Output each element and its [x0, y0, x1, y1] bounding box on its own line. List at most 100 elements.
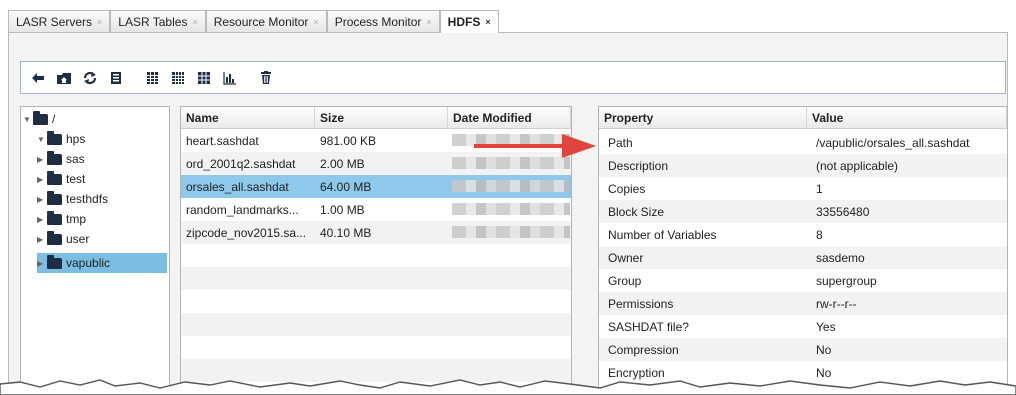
chart-icon[interactable]: [217, 65, 243, 91]
file-size: 64.00 MB: [320, 179, 372, 194]
tree-item-label: tmp: [66, 212, 87, 226]
property-value: Yes: [816, 319, 836, 334]
file-size: 40.10 MB: [320, 225, 372, 240]
column-view-icon[interactable]: [139, 65, 165, 91]
folder-tree: ▼ / ▼ hps ▶ sas ▶ test ▶ testhdfs ▶ tmp …: [20, 106, 170, 391]
folder-icon: [47, 210, 62, 225]
redacted-date: [452, 226, 570, 238]
callout-arrow: [474, 134, 596, 158]
tree-item-label: hps: [66, 132, 86, 146]
tree-item-testhdfs[interactable]: ▶ testhdfs: [37, 189, 108, 209]
property-value: 33556480: [816, 204, 870, 219]
table-row-selected[interactable]: orsales_all.sashdat 64.00 MB: [181, 175, 571, 198]
property-value: 1: [816, 181, 823, 196]
property-row[interactable]: Block Size 33556480: [599, 200, 1007, 223]
file-name: orsales_all.sashdat: [186, 179, 289, 194]
empty-row: [181, 313, 571, 336]
folder-icon: [47, 230, 62, 245]
tab-lasr-tables[interactable]: LASR Tables ×: [110, 10, 206, 32]
file-name: zipcode_nov2015.sa...: [186, 225, 307, 240]
tab-label: LASR Tables: [118, 14, 188, 29]
property-value: sasdemo: [816, 250, 865, 265]
folder-icon: [33, 110, 48, 125]
column-header-name[interactable]: Name: [181, 107, 315, 129]
property-row[interactable]: Number of Variables 8: [599, 223, 1007, 246]
property-row[interactable]: Copies 1: [599, 177, 1007, 200]
back-arrow-icon[interactable]: [25, 65, 51, 91]
empty-row: [181, 290, 571, 313]
properties-table: Property Value Path /vapublic/orsales_al…: [598, 106, 1008, 391]
close-icon[interactable]: ×: [192, 17, 197, 27]
close-icon[interactable]: ×: [426, 17, 431, 27]
tab-label: Resource Monitor: [213, 14, 309, 29]
collapsed-icon[interactable]: ▶: [37, 155, 47, 164]
close-icon[interactable]: ×: [97, 17, 102, 27]
close-icon[interactable]: ×: [485, 17, 490, 27]
folder-icon: [47, 150, 62, 165]
property-name: Number of Variables: [608, 227, 717, 242]
property-name: SASHDAT file?: [608, 319, 689, 334]
property-value: (not applicable): [816, 158, 899, 173]
torn-edge: [0, 379, 1016, 395]
home-folder-icon[interactable]: [51, 65, 77, 91]
property-row[interactable]: Path /vapublic/orsales_all.sashdat: [599, 131, 1007, 154]
folder-icon: [47, 170, 62, 185]
table-view-icon[interactable]: [191, 65, 217, 91]
file-size: 2.00 MB: [320, 156, 365, 171]
property-row[interactable]: Description (not applicable): [599, 154, 1007, 177]
close-icon[interactable]: ×: [313, 17, 318, 27]
tab-hdfs[interactable]: HDFS ×: [439, 10, 499, 33]
tab-process-monitor[interactable]: Process Monitor ×: [326, 10, 440, 32]
empty-row: [181, 336, 571, 359]
column-header-date-modified[interactable]: Date Modified: [448, 107, 571, 129]
tab-lasr-servers[interactable]: LASR Servers ×: [8, 10, 111, 32]
tree-item-root[interactable]: ▼ /: [23, 109, 55, 129]
empty-row: [181, 267, 571, 290]
property-name: Compression: [608, 342, 679, 357]
tree-item-vapublic[interactable]: ▶ vapublic: [37, 253, 167, 273]
tree-item-test[interactable]: ▶ test: [37, 169, 85, 189]
property-row[interactable]: Owner sasdemo: [599, 246, 1007, 269]
property-row[interactable]: SASHDAT file? Yes: [599, 315, 1007, 338]
tree-item-tmp[interactable]: ▶ tmp: [37, 209, 86, 229]
property-value: 8: [816, 227, 823, 242]
folder-icon: [47, 190, 62, 205]
property-value: /vapublic/orsales_all.sashdat: [816, 135, 970, 150]
table-row[interactable]: random_landmarks... 1.00 MB: [181, 198, 571, 221]
tree-item-user[interactable]: ▶ user: [37, 229, 89, 249]
properties-icon[interactable]: [103, 65, 129, 91]
tree-item-label: user: [66, 232, 90, 246]
grid-view-icon[interactable]: [165, 65, 191, 91]
tab-resource-monitor[interactable]: Resource Monitor ×: [205, 10, 327, 32]
column-header-value[interactable]: Value: [807, 107, 1007, 129]
redacted-date: [452, 180, 570, 192]
property-row[interactable]: Permissions rw-r--r--: [599, 292, 1007, 315]
toolbar: [20, 61, 1006, 94]
column-header-size[interactable]: Size: [315, 107, 448, 129]
property-name: Copies: [608, 181, 646, 196]
collapsed-icon[interactable]: ▶: [37, 235, 47, 244]
property-name: Permissions: [608, 296, 674, 311]
collapsed-icon[interactable]: ▶: [37, 175, 47, 184]
column-header-property[interactable]: Property: [599, 107, 807, 129]
refresh-icon[interactable]: [77, 65, 103, 91]
tree-item-sas[interactable]: ▶ sas: [37, 149, 85, 169]
property-row[interactable]: Group supergroup: [599, 269, 1007, 292]
property-row[interactable]: Compression No: [599, 338, 1007, 361]
empty-row: [181, 244, 571, 267]
expanded-icon[interactable]: ▼: [37, 135, 47, 144]
redacted-date: [452, 203, 570, 215]
delete-icon[interactable]: [253, 65, 279, 91]
tree-item-hps[interactable]: ▼ hps: [37, 129, 85, 149]
tab-label: Process Monitor: [334, 14, 422, 29]
folder-icon: [47, 254, 62, 269]
file-size: 981.00 KB: [320, 133, 377, 148]
table-row[interactable]: zipcode_nov2015.sa... 40.10 MB: [181, 221, 571, 244]
expanded-icon[interactable]: ▼: [23, 115, 33, 124]
collapsed-icon[interactable]: ▶: [37, 259, 47, 268]
collapsed-icon[interactable]: ▶: [37, 195, 47, 204]
tab-label: LASR Servers: [16, 14, 93, 29]
file-size: 1.00 MB: [320, 202, 365, 217]
tree-item-label: /: [52, 112, 56, 126]
collapsed-icon[interactable]: ▶: [37, 215, 47, 224]
